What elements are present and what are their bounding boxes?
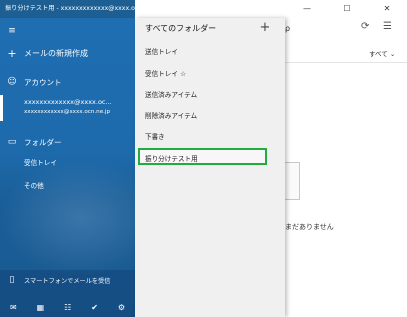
folder-item-deleted[interactable]: 削除済みアイテム: [145, 110, 197, 120]
close-icon[interactable]: ✕: [367, 0, 407, 18]
filter-dropdown[interactable]: すべて ⌄: [369, 48, 395, 58]
message-list-pane: ρ ⟳ ☰ すべて ⌄ まだありません: [285, 18, 407, 317]
divider: [285, 62, 407, 63]
hamburger-icon: ≡: [8, 26, 16, 36]
maximize-icon[interactable]: ☐: [327, 0, 367, 18]
minimize-icon[interactable]: —: [287, 0, 327, 18]
hamburger-button[interactable]: ≡: [0, 24, 135, 38]
calendar-icon[interactable]: ▦: [37, 303, 45, 312]
folder-item-sent[interactable]: 送信済みアイテム: [145, 89, 197, 99]
people-icon[interactable]: ☷: [64, 303, 71, 312]
select-mode-icon[interactable]: ☰: [383, 21, 392, 32]
add-folder-button[interactable]: +: [257, 18, 273, 38]
accounts-label: アカウント: [24, 77, 62, 87]
folder-item-inbox[interactable]: 受信トレイ ☆: [145, 68, 186, 78]
title-bar: 振り分けテスト用 - xxxxxxxxxxxxx@xxxx.oc... — ☐ …: [0, 0, 407, 18]
window-controls: — ☐ ✕: [285, 0, 407, 18]
folder-icon: ▭: [7, 137, 17, 147]
mail-icon[interactable]: ✉: [10, 303, 17, 312]
account-email: xxxxxxxxxxxx@xxxx.ocn.ne.jp: [24, 109, 111, 115]
folder-item-outbox[interactable]: 送信トレイ: [145, 46, 178, 56]
inbox-label: 受信トレイ: [24, 159, 57, 167]
person-icon: ☺: [7, 77, 17, 87]
account-name: xxxxxxxxxxxxx@xxxx.oc...: [24, 98, 112, 106]
nav-item-other[interactable]: その他: [0, 178, 135, 192]
new-mail-button[interactable]: + メールの新規作成: [0, 44, 135, 62]
folders-label: フォルダー: [24, 137, 62, 147]
window-title: 振り分けテスト用 - xxxxxxxxxxxxx@xxxx.oc...: [0, 0, 135, 18]
bottom-toolbar: ✉ ▦ ☷ ✔ ⚙: [0, 298, 135, 317]
background-clouds: [0, 158, 135, 278]
folder-item-drafts[interactable]: 下書き: [145, 131, 165, 141]
phone-promo-label: スマートフォンでメールを受信: [24, 277, 111, 285]
new-mail-label: メールの新規作成: [24, 48, 88, 58]
nav-item-inbox[interactable]: 受信トレイ: [0, 155, 135, 169]
phone-promo[interactable]: ▯ スマートフォンでメールを受信: [0, 273, 135, 287]
search-icon[interactable]: ρ: [285, 24, 307, 40]
other-label: その他: [24, 182, 44, 190]
account-item[interactable]: xxxxxxxxxxxxx@xxxx.oc... xxxxxxxxxxxx@xx…: [0, 95, 135, 121]
sync-icon[interactable]: ⟳: [361, 21, 369, 32]
empty-envelope-icon: [285, 162, 300, 200]
all-folders-header: すべてのフォルダー: [145, 24, 217, 33]
phone-icon: ▯: [9, 275, 15, 285]
empty-message: まだありません: [285, 223, 334, 231]
folders-header[interactable]: ▭ フォルダー: [0, 135, 135, 149]
all-folders-pane: すべてのフォルダー + 送信トレイ 受信トレイ ☆ 送信済みアイテム 削除済みア…: [135, 18, 285, 317]
accounts-header[interactable]: ☺ アカウント: [0, 75, 135, 89]
todo-icon[interactable]: ✔: [91, 303, 98, 312]
settings-icon[interactable]: ⚙: [118, 303, 125, 312]
plus-icon: +: [7, 46, 17, 60]
folder-item-sort-test[interactable]: 振り分けテスト用: [145, 153, 198, 163]
navigation-pane: ≡ + メールの新規作成 ☺ アカウント xxxxxxxxxxxxx@xxxx.…: [0, 18, 135, 317]
